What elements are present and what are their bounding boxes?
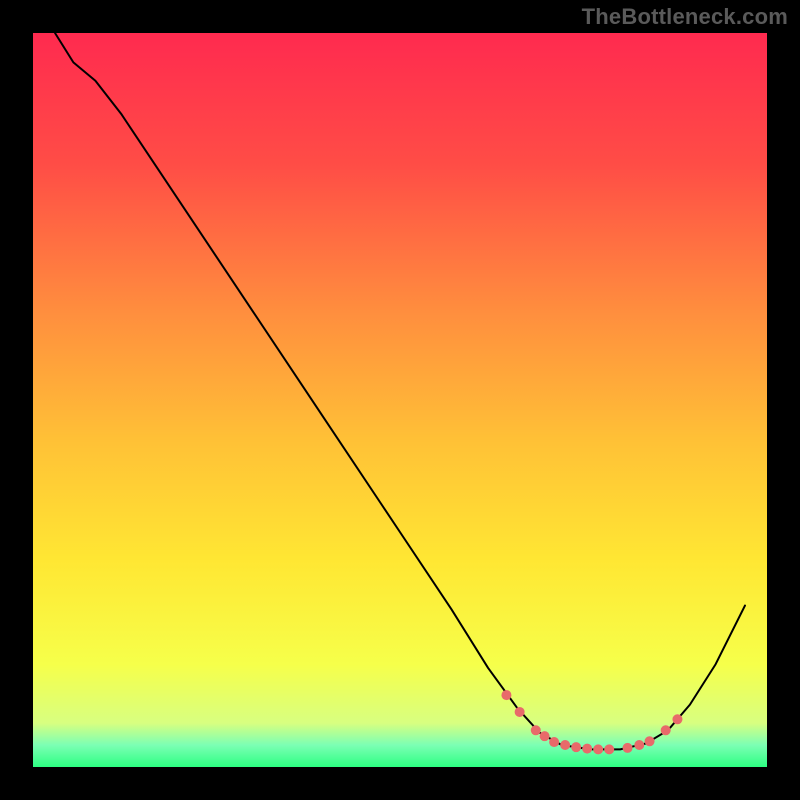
watermark-text: TheBottleneck.com: [582, 4, 788, 30]
curve-marker: [672, 714, 682, 724]
curve-marker: [571, 742, 581, 752]
bottleneck-chart: [0, 0, 800, 800]
curve-marker: [645, 736, 655, 746]
curve-marker: [540, 731, 550, 741]
curve-marker: [531, 725, 541, 735]
curve-marker: [634, 740, 644, 750]
chart-container: TheBottleneck.com: [0, 0, 800, 800]
curve-marker: [515, 707, 525, 717]
curve-marker: [604, 744, 614, 754]
curve-marker: [623, 743, 633, 753]
curve-marker: [560, 740, 570, 750]
curve-marker: [593, 744, 603, 754]
curve-marker: [549, 737, 559, 747]
plot-background: [33, 33, 767, 767]
curve-marker: [582, 744, 592, 754]
curve-marker: [661, 725, 671, 735]
curve-marker: [501, 690, 511, 700]
